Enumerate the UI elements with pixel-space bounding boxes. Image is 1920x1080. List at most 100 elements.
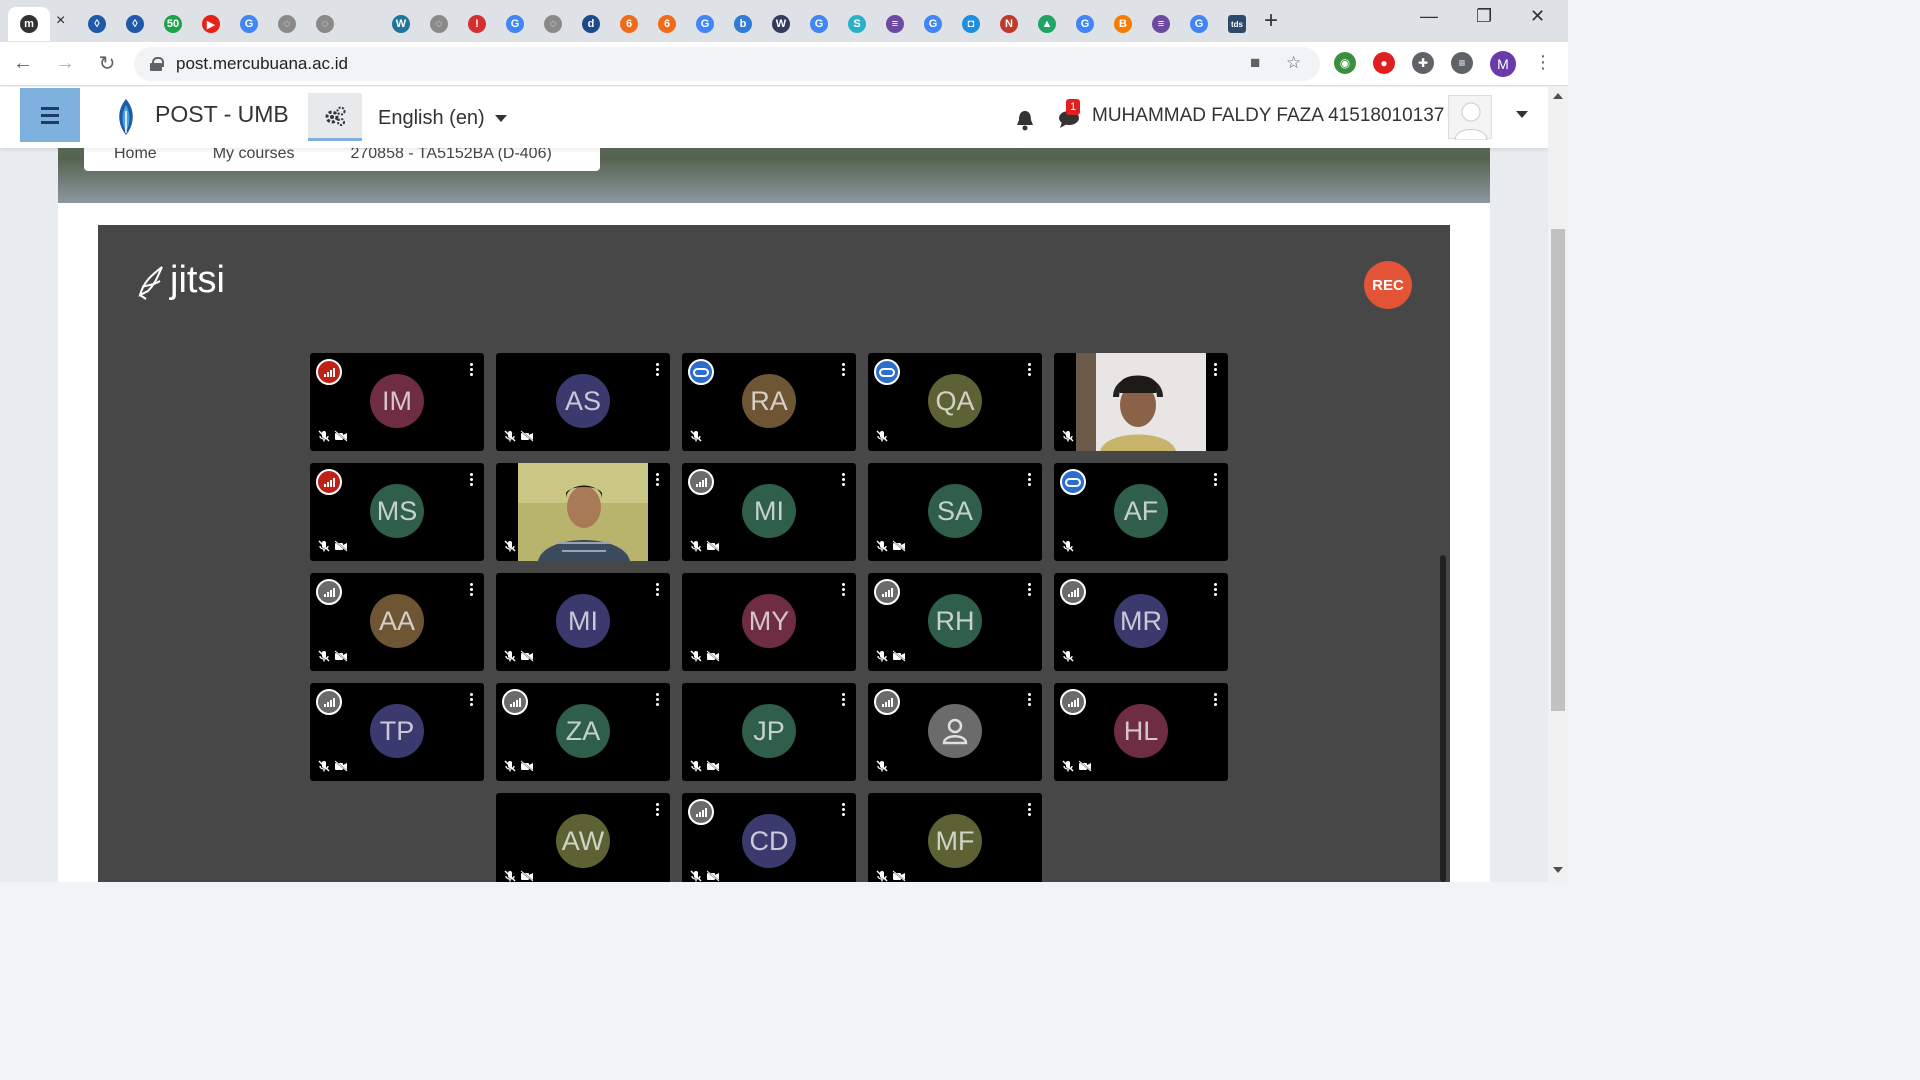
browser-tab[interactable]: ◌ — [534, 7, 572, 41]
remote-control-icon[interactable] — [874, 359, 900, 385]
browser-tab[interactable]: G — [496, 7, 534, 41]
jitsi-logo[interactable]: jitsi — [136, 259, 225, 302]
participant-tile[interactable]: AW — [496, 793, 670, 882]
site-name[interactable]: POST - UMB — [155, 101, 289, 128]
participant-tile[interactable]: MF — [868, 793, 1042, 882]
more-options-icon[interactable] — [842, 473, 845, 486]
scroll-up-icon[interactable] — [1553, 93, 1563, 99]
more-options-icon[interactable] — [1028, 473, 1031, 486]
close-window-icon[interactable]: ✕ — [1530, 6, 1545, 27]
remote-control-icon[interactable] — [1060, 469, 1086, 495]
participant-tile[interactable]: MI — [682, 463, 856, 561]
jitsi-meeting[interactable]: jitsi REC IM AS RA QA MS MI SA AF AA MI MY RH MR TP ZA… — [98, 225, 1450, 882]
more-options-icon[interactable] — [1214, 363, 1217, 376]
user-menu-chevron-icon[interactable] — [1516, 111, 1528, 118]
browser-tab[interactable]: W — [762, 7, 800, 41]
connection-indicator-icon[interactable] — [874, 689, 900, 715]
browser-tab[interactable]: tds — [1218, 7, 1256, 41]
more-options-icon[interactable] — [470, 693, 473, 706]
stop-extension-icon[interactable]: ● — [1373, 52, 1395, 74]
participant-tile[interactable]: TP — [310, 683, 484, 781]
browser-tab[interactable]: ◘ — [952, 7, 990, 41]
browser-tab[interactable]: G — [230, 7, 268, 41]
bookmark-star-icon[interactable]: ☆ — [1286, 53, 1301, 73]
participant-tile[interactable]: SA — [868, 463, 1042, 561]
browser-tab[interactable]: ◊ — [116, 7, 154, 41]
participant-tile[interactable]: MR — [1054, 573, 1228, 671]
participant-tile[interactable]: MS — [310, 463, 484, 561]
connection-indicator-icon[interactable] — [688, 799, 714, 825]
puzzle-extension-icon[interactable]: ✚ — [1412, 52, 1434, 74]
participant-tile[interactable]: AS — [496, 353, 670, 451]
participant-tile[interactable]: RA — [682, 353, 856, 451]
more-options-icon[interactable] — [656, 803, 659, 816]
participant-tile[interactable]: HL — [1054, 683, 1228, 781]
connection-indicator-icon[interactable] — [316, 469, 342, 495]
more-options-icon[interactable] — [1214, 473, 1217, 486]
more-options-icon[interactable] — [842, 693, 845, 706]
participant-tile[interactable]: ZA — [496, 683, 670, 781]
browser-tab[interactable]: B — [1104, 7, 1142, 41]
more-options-icon[interactable] — [470, 473, 473, 486]
more-options-icon[interactable] — [1028, 803, 1031, 816]
scroll-thumb[interactable] — [1551, 229, 1565, 711]
camera-icon[interactable]: ■ — [1250, 53, 1260, 73]
browser-tab[interactable]: G — [1180, 7, 1218, 41]
user-avatar[interactable] — [1448, 95, 1492, 141]
more-options-icon[interactable] — [1214, 693, 1217, 706]
browser-tab[interactable]: ≡ — [876, 7, 914, 41]
more-options-icon[interactable] — [470, 363, 473, 376]
participant-tile[interactable]: RH — [868, 573, 1042, 671]
browser-tab[interactable]: G — [686, 7, 724, 41]
connection-indicator-icon[interactable] — [1060, 689, 1086, 715]
settings-button[interactable] — [308, 93, 362, 141]
connection-indicator-icon[interactable] — [316, 579, 342, 605]
language-selector[interactable]: English (en) — [378, 107, 507, 130]
more-options-icon[interactable] — [842, 583, 845, 596]
more-options-icon[interactable] — [656, 693, 659, 706]
participant-tile[interactable] — [1054, 353, 1228, 451]
participant-tile[interactable]: AA — [310, 573, 484, 671]
connection-indicator-icon[interactable] — [874, 579, 900, 605]
new-tab-icon[interactable]: + — [1264, 7, 1278, 35]
address-bar[interactable]: post.mercubuana.ac.id ■ ☆ — [134, 47, 1320, 81]
browser-tab[interactable]: W — [382, 7, 420, 41]
connection-indicator-icon[interactable] — [316, 689, 342, 715]
browser-tab[interactable]: G — [800, 7, 838, 41]
browser-tab[interactable]: ◊ — [78, 7, 116, 41]
page-scrollbar[interactable] — [1548, 87, 1568, 882]
profile-avatar[interactable]: M — [1490, 51, 1516, 77]
minimize-icon[interactable]: — — [1420, 6, 1438, 27]
participant-tile[interactable]: QA — [868, 353, 1042, 451]
browser-tab[interactable]: b — [724, 7, 762, 41]
more-options-icon[interactable] — [842, 363, 845, 376]
more-options-icon[interactable] — [470, 583, 473, 596]
participant-tile[interactable] — [496, 463, 670, 561]
meeting-scrollbar[interactable] — [1440, 555, 1446, 882]
browser-tab[interactable] — [344, 7, 382, 41]
more-options-icon[interactable] — [1214, 583, 1217, 596]
browser-tab[interactable]: ◌ — [306, 7, 344, 41]
browser-tab[interactable]: 6 — [610, 7, 648, 41]
participant-tile[interactable]: JP — [682, 683, 856, 781]
forward-icon[interactable]: → — [46, 45, 84, 83]
browser-tab[interactable]: G — [914, 7, 952, 41]
user-name[interactable]: MUHAMMAD FALDY FAZA 41518010137 — [1092, 105, 1444, 127]
browser-tab[interactable]: ▶ — [192, 7, 230, 41]
bell-icon[interactable] — [1015, 109, 1035, 131]
scroll-down-icon[interactable] — [1553, 867, 1563, 873]
menu-toggle-button[interactable] — [20, 88, 80, 142]
connection-indicator-icon[interactable] — [1060, 579, 1086, 605]
media-extension-icon[interactable]: ≡ — [1451, 52, 1473, 74]
browser-tab[interactable]: 50 — [154, 7, 192, 41]
url-text[interactable]: post.mercubuana.ac.id — [176, 54, 348, 74]
restore-icon[interactable]: ❐ — [1476, 6, 1492, 27]
connection-indicator-icon[interactable] — [502, 689, 528, 715]
connection-indicator-icon[interactable] — [688, 469, 714, 495]
browser-tab[interactable]: ◌ — [420, 7, 458, 41]
more-options-icon[interactable] — [1028, 363, 1031, 376]
participant-tile[interactable]: MY — [682, 573, 856, 671]
browser-tab[interactable]: G — [1066, 7, 1104, 41]
lock-icon[interactable] — [150, 57, 164, 71]
participant-tile[interactable]: MI — [496, 573, 670, 671]
